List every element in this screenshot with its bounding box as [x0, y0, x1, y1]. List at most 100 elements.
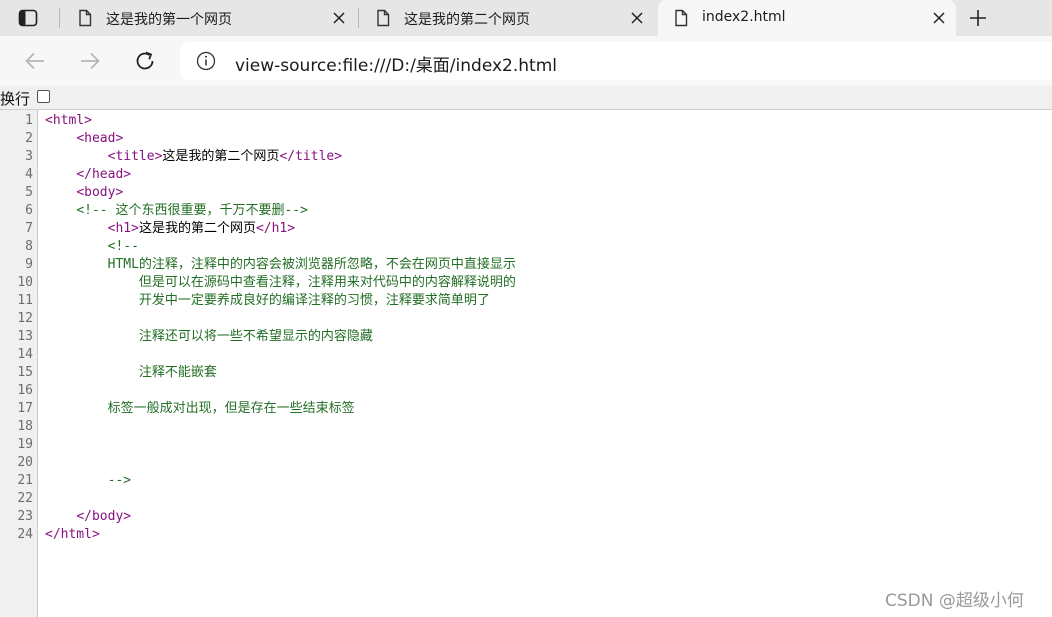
close-icon: [333, 12, 345, 24]
line-number: 24: [17, 527, 33, 542]
line-number: 22: [17, 491, 33, 506]
text-content: [45, 275, 139, 290]
html-tag: <head>: [76, 131, 124, 146]
tab-close-button[interactable]: [626, 7, 648, 29]
new-tab-button[interactable]: [962, 4, 994, 32]
line-code: <head>: [45, 130, 123, 148]
line-number: 18: [17, 419, 33, 434]
line-number: 10: [17, 275, 33, 290]
line-number: 2: [25, 131, 33, 146]
line-number: 8: [25, 239, 33, 254]
line-wrap-bar: 换行: [0, 86, 1052, 110]
line-code: <!--: [45, 238, 139, 256]
text-content: [45, 149, 108, 164]
line-code: <html>: [45, 112, 92, 130]
html-comment: -->: [107, 473, 132, 488]
html-comment: 注释不能嵌套: [138, 365, 217, 380]
tab-second-page[interactable]: 这是我的第二个网页: [360, 0, 654, 36]
line-code: 注释不能嵌套: [45, 364, 217, 382]
html-tag: </body>: [76, 509, 132, 524]
line-number: 3: [25, 149, 33, 164]
source-line: 23 </body>: [0, 508, 1052, 526]
back-arrow-icon: [25, 52, 44, 70]
line-number: 16: [17, 383, 33, 398]
source-line: 22: [0, 490, 1052, 508]
line-code: <body>: [45, 184, 123, 202]
tab-title: 这是我的第一个网页: [106, 12, 232, 28]
source-line: 9 HTML的注释，注释中的内容会被浏览器所忽略，不会在网页中直接显示: [0, 256, 1052, 274]
browser-toolbar: view-source:file:///D:/桌面/index2.html: [0, 36, 1052, 86]
source-line: 13 注释还可以将一些不希望显示的内容隐藏: [0, 328, 1052, 346]
tab-separator: [358, 8, 359, 28]
source-line: 11 开发中一定要养成良好的编译注释的习惯，注释要求简单明了: [0, 292, 1052, 310]
text-content: [45, 257, 108, 272]
line-number: 19: [17, 437, 33, 452]
plus-icon: [970, 10, 986, 26]
tab-close-button[interactable]: [328, 7, 350, 29]
line-code: 注释还可以将一些不希望显示的内容隐藏: [45, 328, 373, 346]
html-tag: <title>: [107, 149, 163, 164]
text-content: [45, 473, 108, 488]
line-number: 13: [17, 329, 33, 344]
forward-arrow-icon: [81, 52, 100, 70]
text-content: 这是我的第二个网页: [138, 221, 256, 236]
text-content: [45, 401, 108, 416]
line-wrap-checkbox[interactable]: [37, 90, 50, 103]
line-number: 14: [17, 347, 33, 362]
line-number: 20: [17, 455, 33, 470]
info-icon[interactable]: [196, 51, 216, 71]
line-number: 23: [17, 509, 33, 524]
refresh-button[interactable]: [130, 46, 160, 76]
line-number: 11: [17, 293, 33, 308]
forward-button[interactable]: [75, 46, 105, 76]
address-bar[interactable]: view-source:file:///D:/桌面/index2.html: [180, 42, 1052, 80]
line-code: <h1>这是我的第二个网页</h1>: [45, 220, 295, 238]
line-code: -->: [45, 472, 131, 490]
address-url: view-source:file:///D:/桌面/index2.html: [235, 56, 557, 76]
line-code: </head>: [45, 166, 131, 184]
html-comment: <!--: [107, 239, 139, 254]
tab-title: 这是我的第二个网页: [404, 12, 530, 28]
html-tag: <body>: [76, 185, 124, 200]
tab-separator: [59, 8, 60, 28]
source-line: 16: [0, 382, 1052, 400]
source-line: 18: [0, 418, 1052, 436]
line-number: 17: [17, 401, 33, 416]
line-code: HTML的注释，注释中的内容会被浏览器所忽略，不会在网页中直接显示: [45, 256, 516, 274]
tab-close-button[interactable]: [928, 7, 950, 29]
html-tag: </h1>: [255, 221, 296, 236]
text-content: [45, 365, 139, 380]
tab-actions-icon: [18, 9, 38, 27]
line-code: 开发中一定要养成良好的编译注释的习惯，注释要求简单明了: [45, 292, 490, 310]
source-line: 7 <h1>这是我的第二个网页</h1>: [0, 220, 1052, 238]
text-content: [45, 203, 76, 218]
line-number: 5: [25, 185, 33, 200]
text-content: [45, 221, 108, 236]
source-line: 2 <head>: [0, 130, 1052, 148]
source-line: 4 </head>: [0, 166, 1052, 184]
html-tag: </title>: [279, 149, 343, 164]
html-comment: 但是可以在源码中查看注释，注释用来对代码中的内容解释说明的: [138, 275, 516, 290]
html-comment: <!-- 这个东西很重要，千万不要删-->: [76, 203, 308, 218]
source-line: 8 <!--: [0, 238, 1052, 256]
source-line: 19: [0, 436, 1052, 454]
document-icon: [675, 9, 688, 27]
back-button[interactable]: [20, 46, 50, 76]
document-icon: [377, 9, 390, 27]
html-tag: </head>: [76, 167, 132, 182]
close-icon: [933, 12, 945, 24]
tab-first-page[interactable]: 这是我的第一个网页: [62, 0, 356, 36]
html-comment: 注释还可以将一些不希望显示的内容隐藏: [138, 329, 373, 344]
html-tag: <h1>: [107, 221, 139, 236]
line-code: <title>这是我的第二个网页</title>: [45, 148, 342, 166]
text-content: [45, 167, 76, 182]
source-code-view: 1 <html> 2 <head> 3 <title>这是我的第二个网页</title…: [0, 112, 1052, 544]
line-number: 15: [17, 365, 33, 380]
text-content: [45, 239, 108, 254]
tab-index2[interactable]: index2.html: [658, 0, 956, 36]
line-code: </html>: [45, 526, 100, 544]
tab-actions-button[interactable]: [10, 4, 46, 32]
html-comment: 标签一般成对出现，但是存在一些结束标签: [107, 401, 355, 416]
source-line: 1 <html>: [0, 112, 1052, 130]
source-line: 21 -->: [0, 472, 1052, 490]
